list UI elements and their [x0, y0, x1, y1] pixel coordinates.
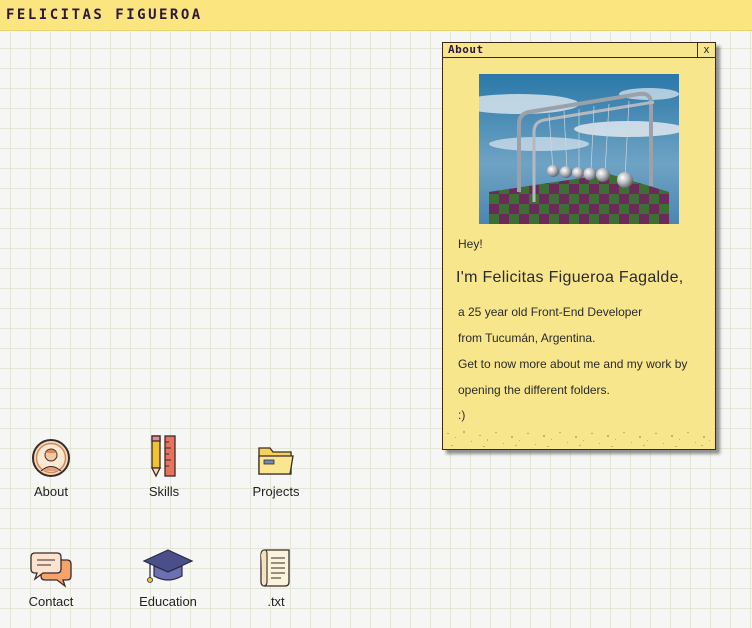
desktop-icon-skills[interactable]: Skills: [114, 434, 214, 499]
desktop-icon-education[interactable]: Education: [118, 544, 218, 609]
desktop-icon-label: Contact: [28, 594, 74, 609]
sand-texture: [443, 427, 715, 449]
top-bar: FELICITAS FIGUEROA: [0, 0, 752, 31]
newtons-cradle-image: [479, 74, 679, 224]
desktop-icon-contact[interactable]: Contact: [1, 544, 101, 609]
bio-line: Get to now more about me and my work by: [458, 357, 688, 371]
site-title: FELICITAS FIGUEROA: [6, 7, 203, 23]
bio-line: from Tucumán, Argentina.: [458, 331, 596, 345]
desktop-icon-projects[interactable]: Projects: [226, 434, 326, 499]
desktop-icon-label: Projects: [252, 484, 300, 499]
graduation-cap-icon: [142, 549, 194, 583]
desktop-icon-about[interactable]: About: [1, 434, 101, 499]
desktop-icon-label: Education: [139, 594, 197, 609]
bio-line: a 25 year old Front-End Developer: [458, 305, 643, 319]
desktop-icon-label: Skills: [148, 484, 180, 499]
about-window[interactable]: About x Hey! I'm Felicitas Figueroa Faga…: [442, 42, 716, 450]
desktop-icon-label: About: [34, 484, 68, 499]
greeting-text: Hey!: [458, 237, 483, 251]
pencil-ruler-icon: [150, 435, 176, 478]
bio-line: :): [458, 408, 466, 422]
text-document-icon: [260, 549, 290, 587]
folder-icon: [258, 447, 294, 475]
headline-text: I'm Felicitas Figueroa Fagalde,: [456, 269, 684, 286]
close-button[interactable]: x: [697, 43, 715, 57]
user-avatar-icon: [32, 439, 70, 477]
window-titlebar[interactable]: About x: [443, 43, 715, 58]
desktop-icon-txt[interactable]: .txt: [226, 544, 326, 609]
chat-bubbles-icon: [30, 552, 72, 588]
window-title: About: [448, 43, 484, 56]
desktop-icon-label: .txt: [267, 594, 285, 609]
bio-line: opening the different folders.: [458, 383, 610, 397]
